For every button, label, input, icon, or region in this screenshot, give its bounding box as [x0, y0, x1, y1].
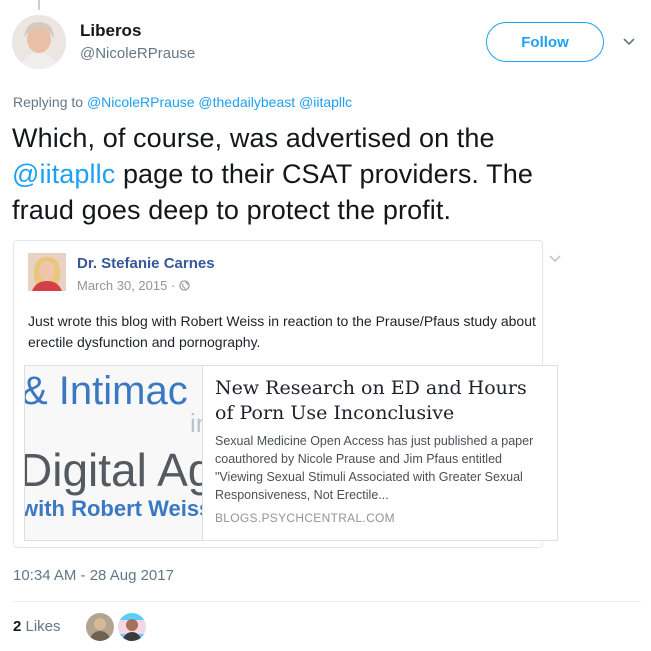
- likes-label: Likes: [21, 618, 61, 635]
- likes-count[interactable]: 2 Likes: [13, 618, 61, 635]
- tweet-line: fraud goes deep to protect the profit.: [12, 195, 452, 225]
- tweet-line-text: page to their CSAT providers. The: [115, 159, 533, 189]
- replying-prefix: Replying to: [13, 94, 84, 110]
- author-photo: [28, 253, 66, 291]
- tweet-text: Which, of course, was advertised on the …: [12, 120, 642, 228]
- display-name[interactable]: Liberos: [80, 21, 141, 41]
- link-preview-image: & Intimac in Digital Ag with Robert Weis…: [25, 366, 203, 540]
- chevron-down-icon[interactable]: [549, 255, 561, 263]
- divider: [13, 601, 641, 602]
- link-title[interactable]: New Research on ED and Hours of Porn Use…: [215, 376, 545, 426]
- tweet-line: Which, of course, was advertised on the: [12, 123, 495, 153]
- liker-photo: [86, 613, 114, 641]
- cover-title-fragment: in: [190, 408, 202, 438]
- chevron-down-icon[interactable]: [621, 34, 637, 50]
- cover-title-line: Digital Ag: [25, 444, 202, 496]
- user-handle[interactable]: @NicoleRPrause: [80, 45, 195, 62]
- mention-link[interactable]: @iitapllc: [12, 159, 115, 189]
- book-cover-image: & Intimac in Digital Ag with Robert Weis…: [25, 366, 202, 540]
- cover-title-line: & Intimac: [25, 369, 188, 413]
- post-author-avatar[interactable]: [28, 253, 66, 291]
- mention-link[interactable]: @thedailybeast: [198, 94, 295, 110]
- post-date-text: March 30, 2015 ·: [77, 278, 179, 293]
- cover-author-line: with Robert Weiss: [25, 496, 202, 521]
- link-domain: BLOGS.PSYCHCENTRAL.COM: [215, 511, 395, 525]
- follow-button[interactable]: Follow: [486, 22, 604, 62]
- globe-icon: [179, 280, 190, 291]
- liker-photo: [118, 613, 146, 641]
- liker-avatar[interactable]: [117, 612, 147, 642]
- tweet-timestamp[interactable]: 10:34 AM - 28 Aug 2017: [13, 567, 174, 584]
- thread-connector-line: [38, 0, 40, 10]
- post-date[interactable]: March 30, 2015 ·: [77, 278, 190, 293]
- liker-avatar[interactable]: [85, 612, 115, 642]
- tweet-line: @iitapllc page to their CSAT providers. …: [12, 156, 642, 192]
- replying-to: Replying to @NicoleRPrause @thedailybeas…: [13, 94, 352, 110]
- mention-link[interactable]: @NicoleRPrause: [87, 94, 195, 110]
- avatar[interactable]: [12, 15, 66, 69]
- link-description: Sexual Medicine Open Access has just pub…: [215, 434, 534, 502]
- embedded-post-card[interactable]: Dr. Stefanie Carnes March 30, 2015 · Jus…: [13, 240, 561, 548]
- mention-link[interactable]: @iitapllc: [299, 94, 352, 110]
- post-body-text: Just wrote this blog with Robert Weiss i…: [28, 313, 536, 350]
- avatar-photo: [12, 15, 66, 69]
- post-author-name[interactable]: Dr. Stefanie Carnes: [77, 255, 215, 272]
- link-preview-card[interactable]: & Intimac in Digital Ag with Robert Weis…: [24, 365, 558, 541]
